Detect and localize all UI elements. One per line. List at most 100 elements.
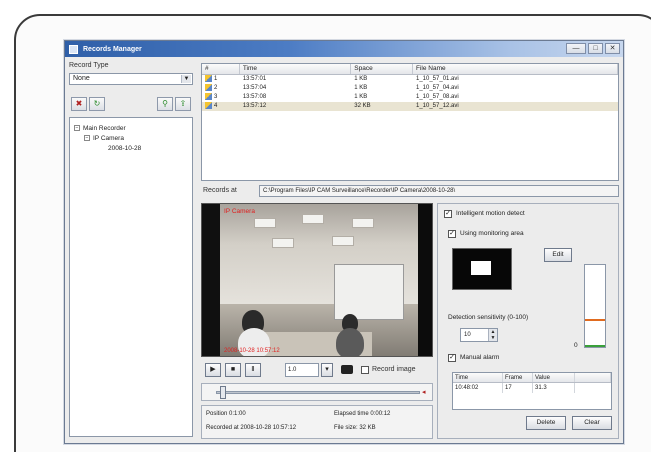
title-bar[interactable]: Records Manager — □ ✕ <box>65 41 623 57</box>
video-scene-shadow <box>202 204 220 356</box>
close-button[interactable]: ✕ <box>605 43 620 54</box>
clear-alarms-button[interactable]: Clear <box>572 416 612 430</box>
tree-node[interactable]: − IP Camera <box>74 134 188 144</box>
records-at-label: Records at <box>203 187 237 194</box>
delete-alarm-button[interactable]: Delete <box>526 416 566 430</box>
alarm-table[interactable]: Time Frame Value 10:48:02 17 31.3 <box>452 372 612 410</box>
record-type-select[interactable]: None ▼ <box>69 73 193 85</box>
stop-button[interactable]: ■ <box>225 363 241 377</box>
video-preview[interactable]: IP Camera 2008-10-28 10:57:12 <box>201 203 433 357</box>
file-cell-time: 13:57:04 <box>240 84 351 93</box>
speed-select[interactable]: 1.0 <box>285 363 319 377</box>
sensitivity-spinner[interactable]: 10 ▲ ▼ <box>460 328 498 342</box>
file-list-body: 1 13:57:01 1 KB 1_10_57_01.avi 2 13:57:04 1 KB… <box>202 75 618 111</box>
file-row[interactable]: 2 13:57:04 1 KB 1_10_57_04.avi <box>202 84 618 93</box>
tree-node[interactable]: − Main Recorder <box>74 124 188 134</box>
chevron-down-icon[interactable]: ▼ <box>181 75 191 83</box>
alarm-column-frame[interactable]: Frame <box>503 373 533 382</box>
file-cell-text: 1_10_57_04.avi <box>416 85 459 91</box>
tree-expander-icon[interactable]: − <box>84 135 90 142</box>
refresh-button[interactable]: ↻ <box>89 97 105 111</box>
column-header-space[interactable]: Space <box>351 64 414 74</box>
tree-expander-icon[interactable]: − <box>74 125 80 132</box>
monitoring-area-checkbox[interactable]: ✓ <box>448 230 456 238</box>
file-cell-space: 32 KB <box>351 102 413 111</box>
video-file-icon <box>205 102 212 109</box>
file-row[interactable]: 3 13:57:08 1 KB 1_10_57_08.avi <box>202 93 618 102</box>
video-file-icon <box>205 84 212 91</box>
video-scene-shadow <box>418 204 432 356</box>
alarm-cell-frame: 17 <box>503 383 533 393</box>
file-cell-file: 1_10_57_04.avi <box>413 84 618 93</box>
file-row[interactable]: 4 13:57:12 32 KB 1_10_57_12.avi <box>202 102 618 111</box>
video-file-icon <box>205 93 212 100</box>
file-cell-text: 13:57:04 <box>242 85 267 91</box>
file-cell-file: 1_10_57_12.avi <box>413 102 618 111</box>
camera-snapshot-icon[interactable] <box>341 365 353 374</box>
record-tree[interactable]: − Main Recorder − IP Camera 2008-10-28 <box>69 117 193 437</box>
video-scene-light <box>352 218 374 228</box>
spinner-arrows-icon[interactable]: ▲ ▼ <box>488 329 497 341</box>
seek-bar[interactable]: ◂ <box>201 383 433 401</box>
record-image-checkbox[interactable] <box>361 366 369 374</box>
file-cell-text: 4 <box>214 103 218 110</box>
file-list[interactable]: # Time Space File Name 1 13:57:01 1 KB 1_10… <box>201 63 619 181</box>
file-cell-idx: 2 <box>202 84 240 93</box>
file-cell-text: 1 KB <box>354 85 368 91</box>
alarm-column-value[interactable]: Value <box>533 373 575 382</box>
monitoring-area-preview[interactable] <box>452 248 512 290</box>
column-header-time[interactable]: Time <box>240 64 352 74</box>
file-row[interactable]: 1 13:57:01 1 KB 1_10_57_01.avi <box>202 75 618 84</box>
tree-node[interactable]: 2008-10-28 <box>74 144 188 154</box>
minimize-button[interactable]: — <box>566 43 586 54</box>
alarm-row[interactable]: 10:48:02 17 31.3 <box>453 383 611 393</box>
tree-toolbar: ✖ ↻ ⚲ ⇪ <box>69 93 193 115</box>
alarm-column-extra[interactable] <box>575 373 611 382</box>
edit-area-button[interactable]: Edit <box>544 248 572 262</box>
pause-button[interactable]: Ⅱ <box>245 363 261 377</box>
video-scene-light <box>332 236 354 246</box>
playback-controls: ▶ ■ Ⅱ 1.0 ▾ Record image <box>201 361 433 379</box>
records-manager-window: Records Manager — □ ✕ Record Type None ▼… <box>64 40 624 444</box>
manual-alarm-checkbox[interactable]: ✓ <box>448 354 456 362</box>
file-cell-space: 1 KB <box>351 75 413 84</box>
sensitivity-label: Detection sensitivity (0-100) <box>448 314 529 321</box>
frame-edge-mask-bottom <box>0 452 657 462</box>
search-records-button[interactable]: ⚲ <box>157 97 173 111</box>
file-cell-text: 1_10_57_01.avi <box>416 76 459 82</box>
motion-detect-label: Intelligent motion detect <box>456 210 525 217</box>
play-button[interactable]: ▶ <box>205 363 221 377</box>
file-cell-text: 1 <box>214 76 218 83</box>
records-path-field[interactable]: C:\Program Files\IP CAM Surveillance\Rec… <box>259 185 619 197</box>
speed-dropdown-button[interactable]: ▾ <box>321 363 333 377</box>
x-icon: ✖ <box>75 99 83 108</box>
recorded-at-label: Recorded at 2008-10-28 10:57:12 <box>206 425 297 431</box>
seek-thumb[interactable] <box>220 386 226 399</box>
file-cell-text: 1 KB <box>354 94 368 100</box>
seek-end-arrow-icon[interactable]: ◂ <box>422 388 426 396</box>
elapsed-time-label: Elapsed time 0:00:12 <box>334 411 391 417</box>
video-scene-light <box>302 214 324 224</box>
alarm-cell-value: 31.3 <box>533 383 575 393</box>
alarm-cell-time: 10:48:02 <box>453 383 503 393</box>
monitoring-area-rect <box>471 261 491 275</box>
column-header-index[interactable]: # <box>202 64 240 74</box>
alarm-column-time[interactable]: Time <box>453 373 503 382</box>
video-osd-title: IP Camera <box>224 208 255 215</box>
export-button[interactable]: ⇪ <box>175 97 191 111</box>
delete-record-button[interactable]: ✖ <box>71 97 87 111</box>
record-type-label: Record Type <box>69 62 109 69</box>
seek-track[interactable] <box>216 391 420 394</box>
maximize-button[interactable]: □ <box>588 43 603 54</box>
video-scene-light <box>272 238 294 248</box>
column-header-file-name[interactable]: File Name <box>413 64 619 74</box>
speed-value: 1.0 <box>288 367 297 373</box>
alarm-table-header: Time Frame Value <box>453 373 611 383</box>
record-type-value: None <box>73 75 90 82</box>
meter-zero-label: 0 <box>574 342 578 349</box>
motion-detect-checkbox[interactable]: ✓ <box>444 210 452 218</box>
meter-threshold-mark <box>585 319 605 321</box>
tree-node-label: 2008-10-28 <box>108 145 142 152</box>
file-cell-space: 1 KB <box>351 84 413 93</box>
file-cell-text: 1_10_57_12.avi <box>416 103 459 109</box>
